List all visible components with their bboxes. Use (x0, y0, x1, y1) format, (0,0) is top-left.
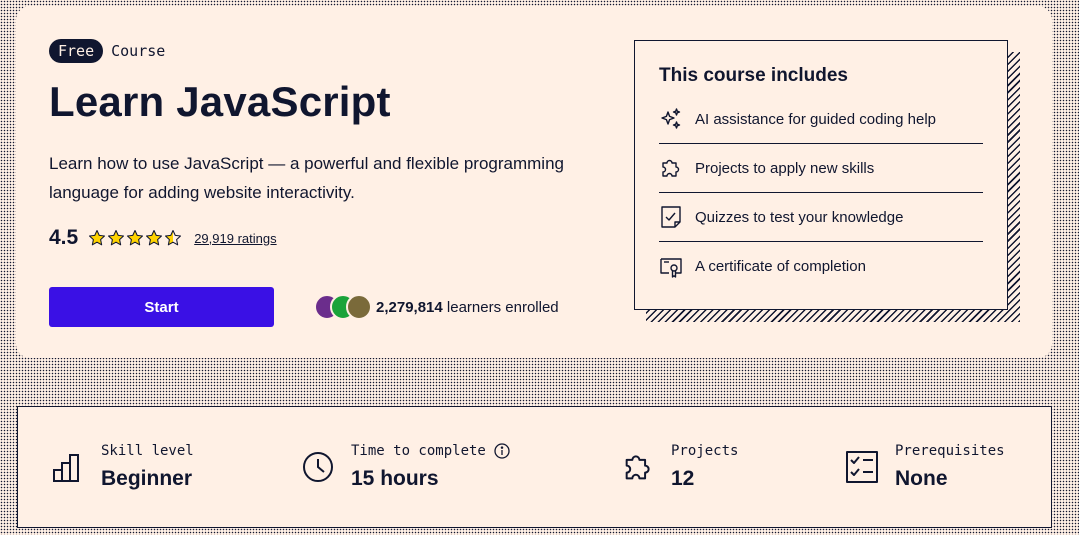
includes-item: Quizzes to test your knowledge (659, 193, 983, 242)
stat-label: Prerequisites (895, 443, 1005, 459)
stat-label: Projects (671, 443, 739, 459)
learners-count: 2,279,814 (376, 298, 443, 316)
star-icon (89, 229, 106, 246)
ratings-count-link[interactable]: 29,919 ratings (194, 231, 276, 246)
stat-label-row: Time to complete (351, 443, 510, 459)
rating-value: 4.5 (49, 226, 79, 249)
sparkle-icon (661, 108, 681, 129)
stat-time-to-complete: Time to complete 15 hours (301, 407, 510, 527)
learners-suffix: learners enrolled (442, 298, 559, 316)
start-button[interactable]: Start (49, 287, 274, 327)
stat-value: 12 (671, 467, 695, 490)
course-hero: Free Course Learn JavaScript Learn how t… (16, 6, 1052, 358)
includes-title: This course includes (659, 65, 848, 86)
includes-item: AI assistance for guided coding help (659, 95, 983, 144)
learner-avatars (314, 294, 372, 320)
learners-enrolled: 2,279,814 learners enrolled (314, 294, 559, 320)
stat-projects: Projects 12 (621, 407, 738, 527)
learners-text: 2,279,814 learners enrolled (376, 299, 559, 316)
clock-icon (303, 452, 333, 482)
checklist-icon (846, 451, 878, 483)
course-title: Learn JavaScript (49, 78, 391, 125)
stat-skill-level: Skill level Beginner (51, 407, 194, 527)
course-badge-row: Free Course (49, 39, 165, 63)
stat-value: 15 hours (351, 467, 439, 490)
includes-item-label: AI assistance for guided coding help (695, 110, 936, 128)
bar-chart-icon (53, 454, 79, 482)
info-icon[interactable] (494, 443, 510, 459)
star-icon (127, 229, 144, 246)
includes-item-label: Projects to apply new skills (695, 159, 875, 177)
puzzle-icon (662, 159, 680, 177)
course-type-label: Course (111, 42, 166, 60)
star-icon (146, 229, 163, 246)
star-rating (88, 229, 182, 247)
avatar (346, 294, 372, 320)
star-icon (108, 229, 125, 246)
puzzle-icon (625, 455, 650, 480)
stat-prerequisites: Prerequisites None (845, 407, 1005, 527)
includes-item-label: A certificate of completion (695, 258, 866, 275)
quiz-icon (661, 206, 681, 228)
includes-item-label: Quizzes to test your knowledge (695, 208, 904, 226)
free-badge: Free (49, 39, 104, 63)
stat-value: Beginner (101, 467, 193, 490)
course-stats-bar: Skill level Beginner Time to complete 15… (17, 406, 1052, 528)
stat-label: Skill level (101, 443, 194, 459)
half-star-icon (165, 229, 182, 246)
stat-value: None (895, 467, 948, 490)
includes-item: Projects to apply new skills (659, 144, 983, 193)
includes-item: A certificate of completion (659, 242, 983, 291)
course-description: Learn how to use JavaScript — a powerful… (49, 154, 564, 202)
course-includes-box: This course includes AI assistance for g… (634, 40, 1008, 310)
rating-row: 4.5 29,919 ratings (49, 226, 277, 250)
stat-label: Time to complete (351, 443, 486, 459)
certificate-icon (660, 257, 682, 278)
